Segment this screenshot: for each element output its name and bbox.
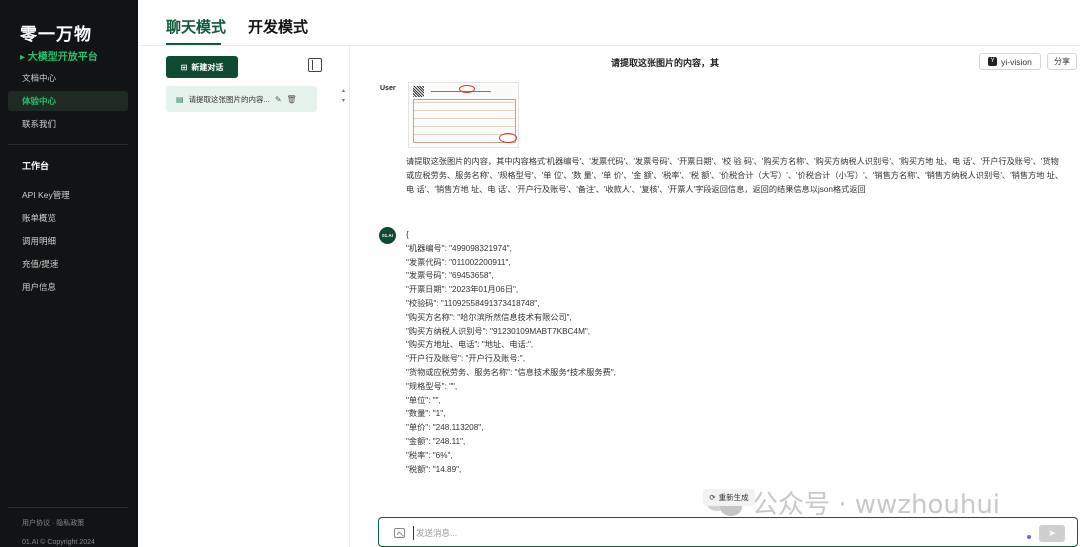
sidebar-item-recharge[interactable]: 充值/提速: [8, 254, 128, 274]
sidebar-divider: [8, 144, 128, 145]
sidebar-toggle-icon[interactable]: [308, 58, 322, 72]
brand[interactable]: 零一万物 ▸ 大模型开放平台: [20, 20, 98, 63]
sidebar-footer-divider: [8, 507, 128, 508]
brand-subtitle: ▸ 大模型开放平台: [20, 52, 98, 63]
conversation-item[interactable]: ▤ 请提取这张图片的内容... ✎ 🗑: [166, 86, 317, 112]
qr-code-icon: [413, 86, 424, 97]
seller-stamp-icon: [499, 133, 517, 143]
scroll-arrows-icon[interactable]: ▴ ▾: [342, 86, 345, 106]
model-selector[interactable]: Y yi-vision: [979, 53, 1041, 70]
copyright: 01.AI © Copyright 2024: [22, 539, 95, 546]
send-button[interactable]: ➤: [1039, 525, 1065, 542]
tab-chat-mode[interactable]: 聊天模式: [166, 16, 226, 37]
message-input[interactable]: [413, 526, 973, 540]
message-composer: ➤: [378, 517, 1078, 547]
edit-icon[interactable]: ✎: [275, 95, 282, 104]
workspace-heading: 工作台: [22, 161, 50, 171]
sidebar-item-contact[interactable]: 联系我们: [8, 114, 128, 134]
sidebar-item-usage[interactable]: 调用明细: [8, 231, 128, 251]
invoice-image[interactable]: [408, 82, 519, 148]
sidebar-item-playground[interactable]: 体验中心: [8, 91, 128, 111]
new-chat-label: 新建对话: [191, 62, 224, 72]
sidebar-item-user-info[interactable]: 用户信息: [8, 277, 128, 297]
regenerate-button[interactable]: ⟳ 重新生成: [703, 489, 755, 506]
new-chat-button[interactable]: ⊞ 新建对话: [166, 56, 238, 78]
sidebar-item-api-key[interactable]: API Key管理: [8, 185, 128, 205]
conversation-title: 请提取这张图片的内容...: [188, 94, 270, 104]
tab-dev-mode[interactable]: 开发模式: [248, 16, 308, 37]
refresh-icon: ⟳: [709, 493, 716, 502]
sidebar-item-docs[interactable]: 文档中心: [8, 68, 128, 88]
bot-message: { "机器编号": "499098321974", "发票代码": "01100…: [406, 230, 616, 474]
send-arrow-icon: ➤: [1048, 528, 1056, 538]
plus-square-icon: ⊞: [180, 62, 188, 72]
user-label: User: [380, 85, 396, 92]
chat-icon: ▤: [176, 94, 184, 104]
trash-icon[interactable]: 🗑: [287, 95, 297, 104]
stamp-icon: [459, 85, 475, 93]
model-name: yi-vision: [1001, 56, 1032, 67]
status-dot-icon: [1027, 535, 1031, 539]
image-upload-icon[interactable]: [394, 528, 405, 538]
regenerate-label: 重新生成: [718, 493, 749, 502]
conversation-panel: ⊞ 新建对话 ▤ 请提取这张图片的内容... ✎ 🗑 ▴ ▾: [138, 46, 350, 547]
share-button[interactable]: 分享: [1047, 53, 1077, 70]
footer-links[interactable]: 用户协议 · 隐私政策: [22, 518, 84, 528]
sidebar: 零一万物 ▸ 大模型开放平台 文档中心 体验中心 联系我们 工作台 API Ke…: [0, 0, 138, 547]
bot-avatar: 01.AI: [379, 227, 396, 244]
sidebar-nav-top: 文档中心 体验中心 联系我们: [8, 68, 128, 137]
sidebar-nav-workspace: API Key管理 账单概览 调用明细 充值/提速 用户信息: [8, 185, 128, 300]
brand-title: 零一万物: [20, 25, 92, 44]
chat-title: 请提取这张图片的内容，其: [610, 58, 719, 68]
watermark-text: 公众号 · wwzhouhui: [752, 490, 1001, 520]
user-message: 请提取这张图片的内容，其中内容格式'机器编号'、'发票代码'、'发票号码'、'开…: [406, 157, 1064, 194]
model-logo-icon: Y: [988, 57, 998, 66]
sidebar-item-billing[interactable]: 账单概览: [8, 208, 128, 228]
